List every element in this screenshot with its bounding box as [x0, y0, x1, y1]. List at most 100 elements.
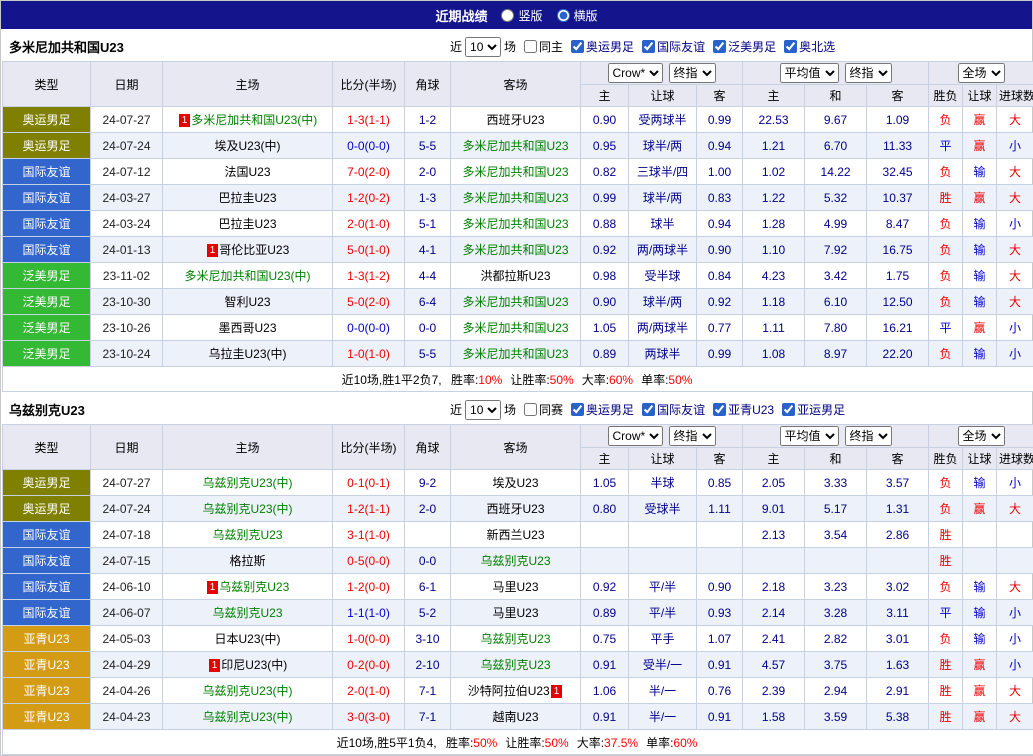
league-checkbox[interactable]: [571, 40, 584, 53]
team-label: 多米尼加共和国U23: [462, 243, 568, 257]
odds-cell: 平手: [629, 626, 697, 652]
same-filter[interactable]: 同主: [519, 38, 563, 55]
handicap-result-cell: 输: [963, 237, 997, 263]
league-filter-3[interactable]: 亚青U23: [708, 401, 774, 418]
odds-cell: 0.94: [697, 211, 743, 237]
handicap-result-cell: 赢: [963, 678, 997, 704]
league-filter-1[interactable]: 奥运男足: [566, 38, 634, 55]
league-checkbox[interactable]: [782, 403, 795, 416]
league-checkbox[interactable]: [571, 403, 584, 416]
odds-stage-select[interactable]: 终指: [669, 426, 716, 446]
avg-stage-select[interactable]: 终指: [845, 426, 892, 446]
corner-cell: 9-2: [405, 470, 451, 496]
home-team-cell: 1乌兹别克U23: [163, 574, 333, 600]
team-label: 巴拉圭U23: [218, 217, 276, 231]
goals-result-cell: 小: [997, 133, 1033, 159]
avg-odds-cell: 5.38: [867, 704, 929, 730]
same-filter-checkbox[interactable]: [524, 403, 537, 416]
league-filter-3[interactable]: 泛美男足: [708, 38, 776, 55]
score-cell: 5-0(1-0): [333, 237, 405, 263]
match-row: 亚青U2324-04-23乌兹别克U23(中)3-0(3-0)7-1越南U230…: [3, 704, 1033, 730]
recent-count-select[interactable]: 10: [465, 37, 501, 57]
team-label: 埃及U23(中): [214, 139, 280, 153]
home-team-cell: 1哥伦比亚U23: [163, 237, 333, 263]
stat-value: 10%: [478, 373, 502, 387]
team-label: 乌兹别克U23(中): [202, 710, 292, 724]
odds-cell: 0.92: [581, 574, 629, 600]
odds-cell: [697, 548, 743, 574]
column-header: 比分(半场): [333, 62, 405, 107]
sub-column-header: 客: [697, 85, 743, 107]
team-label: 多米尼加共和国U23: [462, 165, 568, 179]
handicap-result-cell: 赢: [963, 704, 997, 730]
stat-value: 50%: [545, 736, 569, 750]
odds-header-cell: Crow* 终指: [581, 425, 743, 448]
league-filter-1[interactable]: 奥运男足: [566, 401, 634, 418]
vertical-radio[interactable]: [501, 9, 514, 22]
team-label: 格拉斯: [229, 554, 265, 568]
odds-company-select[interactable]: Crow*: [608, 426, 663, 446]
odds-cell: 两/两球半: [629, 237, 697, 263]
avg-odds-cell: 11.33: [867, 133, 929, 159]
league-filter-2[interactable]: 国际友谊: [637, 401, 705, 418]
result-cell: 负: [929, 341, 963, 367]
league-checkbox[interactable]: [642, 403, 655, 416]
layout-horizontal-option[interactable]: 横版: [557, 7, 598, 24]
sub-column-header: 主: [743, 85, 805, 107]
handicap-result-cell: 输: [963, 289, 997, 315]
recent-count-select[interactable]: 10: [465, 400, 501, 420]
home-team-cell: 乌拉圭U23(中): [163, 341, 333, 367]
same-filter-checkbox[interactable]: [524, 40, 537, 53]
handicap-result-cell: 赢: [963, 185, 997, 211]
tables-container: 多米尼加共和国U23近10场同主奥运男足国际友谊泛美男足奥北选类型日期主场比分(…: [1, 32, 1032, 755]
league-checkbox[interactable]: [713, 40, 726, 53]
league-type-cell: 国际友谊: [3, 548, 91, 574]
team-label: 沙特阿拉伯U23: [468, 684, 550, 698]
goals-result-cell: 大: [997, 107, 1033, 133]
red-card-badge: 1: [207, 581, 219, 594]
full-match-select[interactable]: 全场: [958, 63, 1005, 83]
full-match-select[interactable]: 全场: [958, 426, 1005, 446]
odds-stage-select[interactable]: 终指: [669, 63, 716, 83]
summary-row: 近10场,胜1平2负7, 胜率:10%让胜率:50%大率:60%单率:50%: [3, 367, 1033, 392]
avg-odds-cell: 1.18: [743, 289, 805, 315]
avg-stage-select[interactable]: 终指: [845, 63, 892, 83]
score-cell: 1-1(1-0): [333, 600, 405, 626]
stat-label: 胜率:: [446, 736, 473, 750]
avg-odds-cell: 5.17: [805, 496, 867, 522]
match-row: 奥运男足24-07-24乌兹别克U23(中)1-2(1-1)2-0西班牙U230…: [3, 496, 1033, 522]
avg-odds-cell: 3.28: [805, 600, 867, 626]
goals-result-cell: 大: [997, 678, 1033, 704]
match-row: 泛美男足23-10-24乌拉圭U23(中)1-0(1-0)5-5多米尼加共和国U…: [3, 341, 1033, 367]
team-label: 多米尼加共和国U23: [462, 217, 568, 231]
goals-result-cell: 大: [997, 704, 1033, 730]
league-filter-2[interactable]: 国际友谊: [637, 38, 705, 55]
league-filter-4[interactable]: 奥北选: [779, 38, 835, 55]
odds-cell: 球半: [629, 211, 697, 237]
home-team-cell: 乌兹别克U23(中): [163, 704, 333, 730]
avg-odds-cell: 3.33: [805, 470, 867, 496]
league-filter-4[interactable]: 亚运男足: [777, 401, 845, 418]
score-cell: 5-0(2-0): [333, 289, 405, 315]
league-checkbox[interactable]: [642, 40, 655, 53]
team-label: 乌兹别克U23: [219, 580, 289, 594]
same-filter[interactable]: 同赛: [519, 401, 563, 418]
corner-cell: 6-4: [405, 289, 451, 315]
goals-result-cell: 大: [997, 574, 1033, 600]
match-date: 23-10-26: [91, 315, 163, 341]
odds-cell: 0.99: [697, 107, 743, 133]
result-cell: 胜: [929, 522, 963, 548]
goals-result-cell: 小: [997, 600, 1033, 626]
score-cell: 1-3(1-1): [333, 107, 405, 133]
odds-company-select[interactable]: Crow*: [608, 63, 663, 83]
goals-result-cell: 大: [997, 237, 1033, 263]
avg-source-select[interactable]: 平均值: [780, 426, 839, 446]
red-card-badge: 1: [179, 114, 191, 127]
league-checkbox[interactable]: [784, 40, 797, 53]
layout-vertical-option[interactable]: 竖版: [501, 7, 542, 24]
horizontal-radio[interactable]: [557, 9, 570, 22]
odds-cell: 受半/一: [629, 652, 697, 678]
avg-odds-cell: 1.02: [743, 159, 805, 185]
league-checkbox[interactable]: [713, 403, 726, 416]
avg-source-select[interactable]: 平均值: [780, 63, 839, 83]
